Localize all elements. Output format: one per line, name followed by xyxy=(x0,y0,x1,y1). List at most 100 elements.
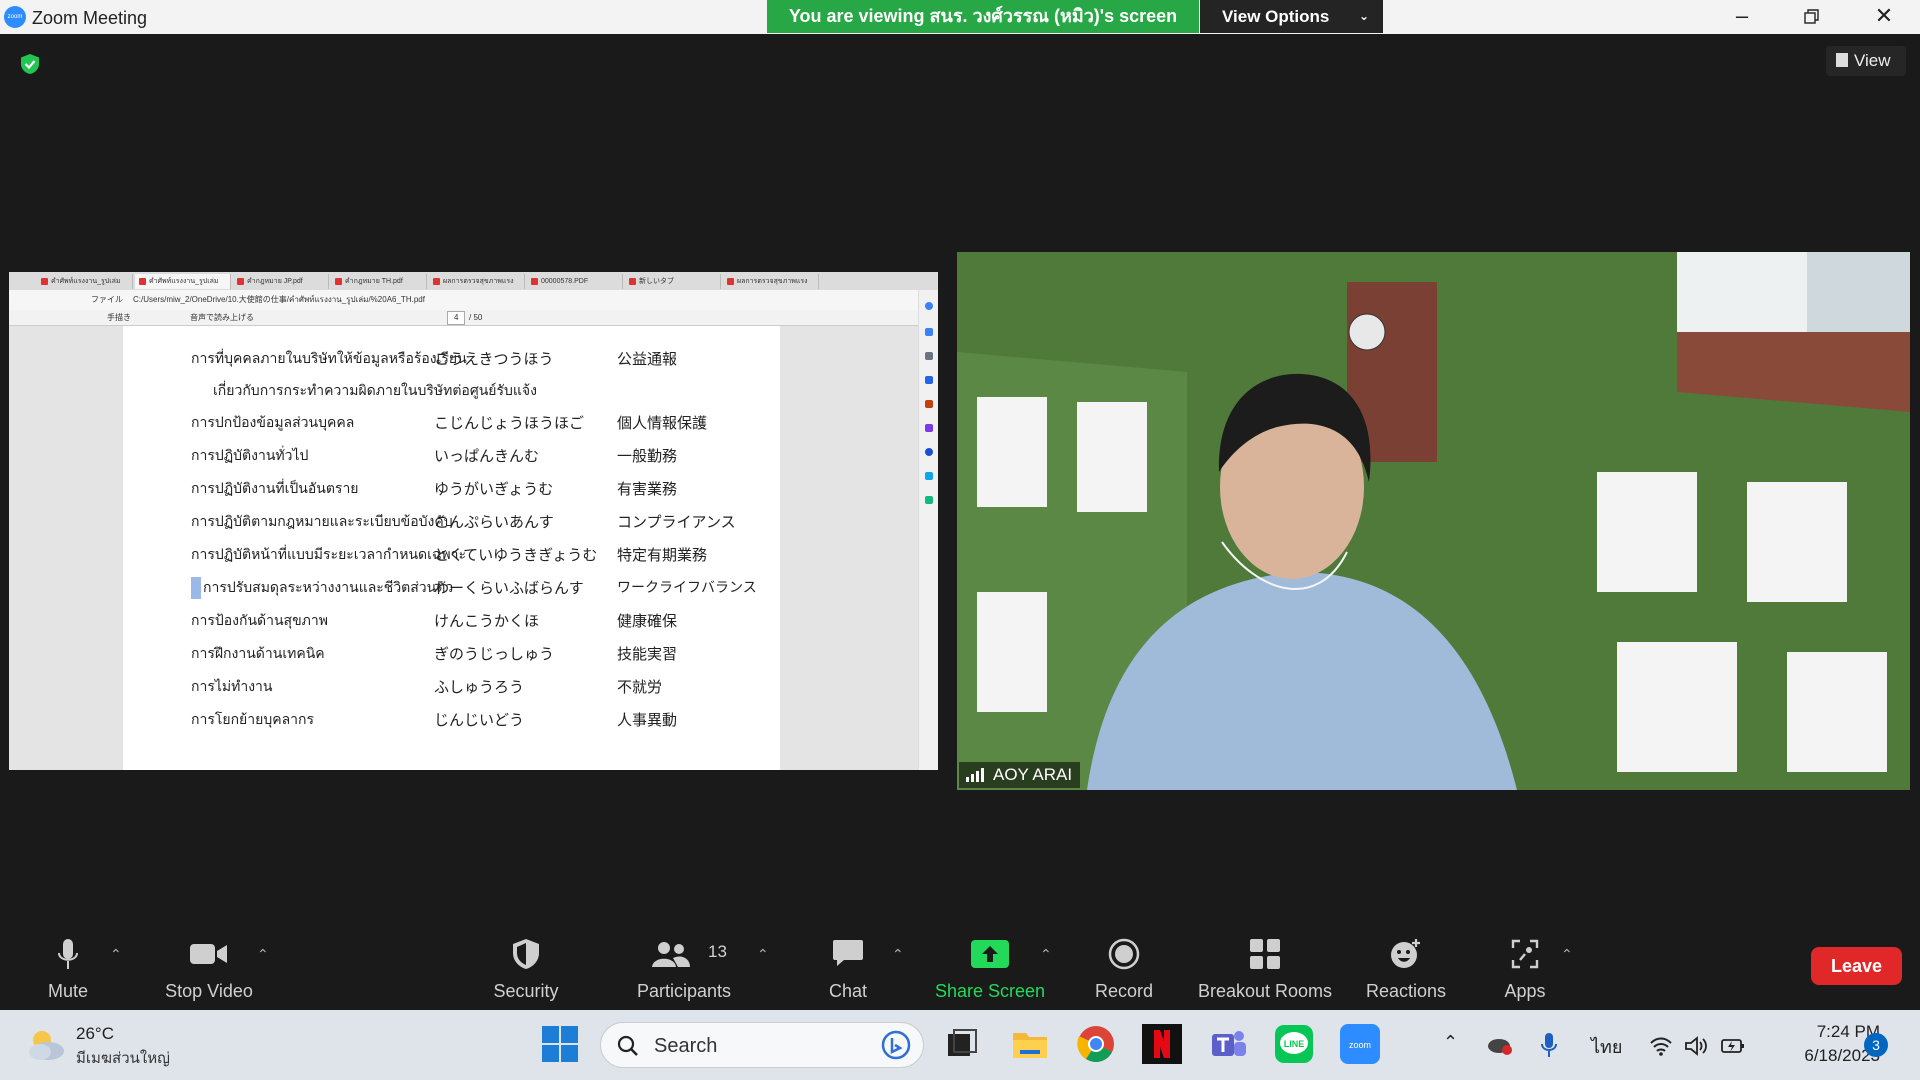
security-shield-icon xyxy=(513,939,539,969)
browser-tab: 新しいタブ xyxy=(625,274,721,289)
video-options-caret[interactable]: ⌃ xyxy=(257,946,269,963)
encryption-shield-icon[interactable] xyxy=(19,53,41,75)
kana-reading: けんこうかくほ xyxy=(434,612,540,630)
chrome-icon[interactable] xyxy=(1076,1024,1116,1064)
notification-badge[interactable]: 3 xyxy=(1864,1033,1888,1057)
vocab-row: การปฏิบัติงานที่เป็นอันตราย ゆうがいぎょうむ 有害業務 xyxy=(123,478,780,506)
bing-icon xyxy=(881,1030,911,1060)
audio-options-caret[interactable]: ⌃ xyxy=(110,946,122,963)
reactions-button[interactable]: Reactions xyxy=(1358,926,1454,1010)
stop-video-label: Stop Video xyxy=(165,981,253,1001)
record-label: Record xyxy=(1094,981,1154,1001)
vocab-row: การปรับสมดุลระหว่างงานและชีวิตส่วนตัว わーく… xyxy=(123,577,780,605)
kanji-term: 公益通報 xyxy=(617,350,678,368)
zoom-app-icon[interactable]: zoom xyxy=(1340,1024,1380,1064)
cloudy-weather-icon xyxy=(29,1031,64,1060)
apps-options-caret[interactable]: ⌃ xyxy=(1561,946,1573,963)
viewing-screen-banner: You are viewing สนร. วงศ์วรรณ (หมิว)'s s… xyxy=(767,0,1199,33)
leave-button[interactable]: Leave xyxy=(1811,947,1902,985)
speaker-icon[interactable] xyxy=(1684,1035,1708,1057)
thai-term: การที่บุคคลภายในบริษัทให้ข้อมูลหรือร้องเ… xyxy=(191,350,467,366)
thai-term: การปฏิบัติตามกฎหมายและระเบียบข้อบังคับ xyxy=(191,513,453,529)
vocab-row: การป้องกันด้านสุขภาพ けんこうかくほ 健康確保 xyxy=(123,610,780,638)
participant-video[interactable]: AOY ARAI xyxy=(957,252,1910,790)
svg-text:zoom: zoom xyxy=(1349,1040,1371,1050)
battery-charging-icon[interactable] xyxy=(1720,1035,1746,1057)
chevron-down-icon: ⌄ xyxy=(1358,9,1369,23)
view-options-button[interactable]: View Options ⌄ xyxy=(1200,0,1383,33)
wifi-icon[interactable] xyxy=(1649,1036,1673,1056)
kana-reading: じんじいどう xyxy=(434,711,525,729)
microphone-tray-icon[interactable] xyxy=(1540,1032,1558,1058)
weather-widget[interactable]: 26°C มีเมฆส่วนใหญ่ xyxy=(26,1022,186,1068)
windows-start-icon[interactable] xyxy=(540,1024,580,1064)
onedrive-cloud-icon[interactable] xyxy=(1487,1034,1513,1056)
search-icon xyxy=(925,352,933,360)
share-screen-label: Share Screen xyxy=(934,981,1046,1001)
thai-term: การฝึกงานด้านเทคนิค xyxy=(191,645,325,661)
record-button[interactable]: Record xyxy=(1082,926,1166,1010)
thai-term: เกี่ยวกับการกระทำความผิดภายในบริษัทต่อศู… xyxy=(213,382,537,398)
kanji-term: 一般勤務 xyxy=(617,447,678,465)
kana-reading: とくていゆうきぎょうむ xyxy=(434,546,598,564)
kanji-term: 個人情報保護 xyxy=(617,414,708,432)
vocab-row: การปฏิบัติตามกฎหมายและระเบียบข้อบังคับ こん… xyxy=(123,511,780,539)
clock-time: 7:24 PM xyxy=(1816,1022,1880,1041)
vocab-row: การโยกย้ายบุคลากร じんじいどう 人事異動 xyxy=(123,709,780,737)
line-icon[interactable]: LINE xyxy=(1274,1024,1314,1064)
show-hidden-icons-chevron-icon[interactable]: ⌃ xyxy=(1443,1032,1458,1053)
participants-options-caret[interactable]: ⌃ xyxy=(757,946,769,963)
chat-options-caret[interactable]: ⌃ xyxy=(892,946,904,963)
browser-address-bar: ファイル C:/Users/miw_2/OneDrive/10.大使館の仕事/ค… xyxy=(9,290,938,310)
briefcase-icon xyxy=(925,400,933,408)
vocab-row: การปกป้องข้อมูลส่วนบุคคล こじんじょうほうほご 個人情報保護 xyxy=(123,412,780,440)
kana-reading: ふしゅうろう xyxy=(434,678,525,696)
kanji-term: コンプライアンス xyxy=(617,513,736,531)
restore-button[interactable] xyxy=(1782,0,1842,34)
thai-term: การปรับสมดุลระหว่างงานและชีวิตส่วนตัว xyxy=(191,577,453,599)
weather-condition: มีเมฆส่วนใหญ่ xyxy=(76,1050,170,1067)
taskbar-clock[interactable]: 7:24 PM 6/18/2023 xyxy=(1760,1020,1880,1068)
chat-bubble-icon xyxy=(833,940,863,966)
input-language[interactable]: ไทย xyxy=(1591,1032,1622,1061)
video-camera-icon xyxy=(190,944,227,964)
thai-term: การปฏิบัติงานที่เป็นอันตราย xyxy=(191,480,359,496)
participant-name-tag: AOY ARAI xyxy=(959,762,1081,788)
file-explorer-icon[interactable] xyxy=(1010,1024,1050,1064)
teams-icon[interactable] xyxy=(1208,1024,1248,1064)
stop-video-button[interactable]: Stop Video xyxy=(154,926,264,1010)
security-label: Security xyxy=(493,981,559,1001)
minimize-button[interactable]: – xyxy=(1712,0,1772,34)
vocab-row: การปฏิบัติงานทั่วไป いっぱんきんむ 一般勤務 xyxy=(123,445,780,473)
browser-tab-strip: คำศัพท์แรงงาน_รูปเล่ม คำศัพท์แรงงาน_รูปเ… xyxy=(9,272,938,290)
mute-label: Mute xyxy=(47,981,89,1001)
kana-reading: ぎのうじっしゅう xyxy=(434,645,555,663)
close-button[interactable]: ✕ xyxy=(1854,0,1914,34)
task-view-icon[interactable] xyxy=(942,1024,982,1064)
taskbar-search[interactable]: Search xyxy=(600,1022,924,1068)
browser-tab: คำศัพท์แรงงาน_รูปเล่ม xyxy=(135,274,231,289)
video-frame xyxy=(957,252,1910,790)
view-layout-button[interactable]: View xyxy=(1826,46,1906,76)
copilot-icon xyxy=(925,302,933,310)
shared-screen[interactable]: คำศัพท์แรงงาน_รูปเล่ม คำศัพท์แรงงาน_รูปเ… xyxy=(9,272,938,770)
share-options-caret[interactable]: ⌃ xyxy=(1040,946,1052,963)
thai-term: การปกป้องข้อมูลส่วนบุคคล xyxy=(191,414,355,430)
pdf-toolbar: 手描き 音声で読み上げる 4 / 50 xyxy=(9,310,938,326)
chat-button[interactable]: Chat xyxy=(808,926,888,1010)
participants-button[interactable]: 13 Participants xyxy=(628,926,740,1010)
netflix-icon[interactable] xyxy=(1142,1024,1182,1064)
browser-sidebar xyxy=(918,290,938,770)
draw-label: 手描き xyxy=(107,313,131,322)
thai-term: การไม่ทำงาน xyxy=(191,678,273,694)
kanji-term: 人事異動 xyxy=(617,711,678,729)
security-button[interactable]: Security xyxy=(476,926,576,1010)
kanji-term: 健康確保 xyxy=(617,612,678,630)
apps-button[interactable]: Apps xyxy=(1488,926,1562,1010)
participants-label: Participants xyxy=(636,981,732,1001)
breakout-rooms-button[interactable]: Breakout Rooms xyxy=(1190,926,1340,1010)
mute-button[interactable]: Mute xyxy=(28,926,108,1010)
share-screen-button[interactable]: Share Screen xyxy=(930,926,1050,1010)
page-total: / 50 xyxy=(469,313,483,322)
browser-tab: คำกฎหมาย TH.pdf xyxy=(331,274,427,289)
